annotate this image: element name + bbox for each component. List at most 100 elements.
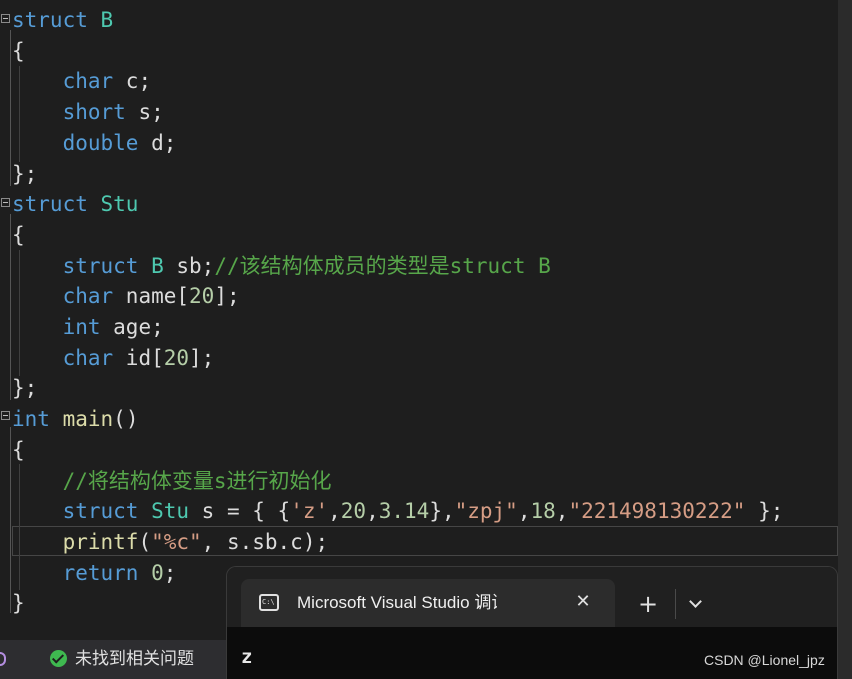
code-token: return	[62, 560, 139, 585]
code-line[interactable]: printf("%c", s.sb.c);	[12, 527, 329, 557]
code-token: struct	[12, 8, 88, 32]
titlebar-divider	[675, 589, 676, 619]
code-token: },	[429, 499, 455, 524]
code-line[interactable]: {	[12, 220, 25, 250]
code-line[interactable]: int age;	[12, 312, 164, 342]
code-token: main	[62, 407, 114, 432]
chevron-down-icon[interactable]	[685, 593, 707, 615]
code-line[interactable]: char name[20];	[12, 281, 240, 311]
code-token: struct	[12, 192, 88, 217]
code-token: B	[151, 253, 164, 278]
code-token: ];	[214, 284, 240, 309]
code-line[interactable]: struct B	[12, 5, 113, 35]
close-tab-icon[interactable]: ✕	[572, 591, 594, 613]
code-token: };	[12, 161, 38, 186]
check-circle-icon[interactable]	[50, 650, 67, 667]
lightbulb-icon[interactable]	[0, 652, 6, 666]
code-token: s = { {	[189, 499, 291, 524]
code-token: char	[62, 284, 114, 309]
code-token: 20	[189, 284, 215, 309]
code-token: printf	[62, 529, 139, 554]
code-token: Stu	[151, 499, 190, 524]
code-token: ,	[366, 499, 379, 524]
code-token: "zpj"	[454, 499, 518, 524]
code-line[interactable]: struct B sb;//该结构体成员的类型是struct B	[12, 251, 551, 281]
code-token: 20	[340, 499, 367, 524]
code-line[interactable]: }	[12, 588, 25, 618]
code-token: char	[62, 69, 114, 94]
code-token: id[	[113, 345, 164, 370]
code-line[interactable]: short s;	[12, 97, 164, 127]
code-token: };	[745, 499, 784, 524]
code-line[interactable]: char id[20];	[12, 343, 215, 373]
code-token: "221498130222"	[568, 499, 746, 524]
code-token: int	[12, 407, 50, 432]
code-token: name[	[113, 284, 190, 309]
fold-toggle-main[interactable]	[1, 411, 10, 420]
code-token: B	[100, 8, 114, 32]
issues-status-label[interactable]: 未找到相关问题	[75, 648, 194, 670]
code-token: age;	[100, 315, 164, 339]
code-token: double	[62, 130, 139, 155]
code-token: ,	[517, 499, 531, 524]
code-token: ;	[163, 560, 177, 585]
code-token: {	[12, 38, 25, 63]
code-token: ,	[555, 499, 569, 524]
code-line[interactable]: {	[12, 36, 25, 66]
fold-toggle-struct-b[interactable]	[1, 14, 10, 23]
code-line[interactable]: return 0;	[12, 558, 177, 588]
editor-scrollbar[interactable]	[838, 0, 852, 679]
terminal-output: z	[241, 646, 253, 668]
code-token: //该结构体成员的类型是struct B	[214, 253, 551, 278]
watermark: CSDN @Lionel_jpz	[704, 652, 825, 668]
terminal-tab[interactable]: Microsoft Visual Studio 调试控制台 ✕	[241, 579, 615, 627]
new-tab-button[interactable]: +	[635, 591, 661, 617]
code-line[interactable]: {	[12, 435, 25, 465]
fold-guide-struct-b	[10, 30, 11, 186]
code-line[interactable]: char c;	[12, 66, 152, 96]
code-token: c;	[113, 69, 152, 94]
status-bar: 未找到相关问题	[0, 640, 230, 679]
terminal-tab-title: Microsoft Visual Studio 调试控制台	[297, 593, 497, 612]
code-token: {	[12, 437, 25, 462]
console-icon	[259, 594, 279, 611]
terminal-titlebar: Microsoft Visual Studio 调试控制台 ✕ +	[227, 567, 837, 627]
code-line[interactable]: //将结构体变量s进行初始化	[12, 466, 332, 496]
code-token: ()	[113, 407, 139, 432]
code-token: sb;	[163, 253, 215, 278]
code-token: ,	[328, 499, 341, 524]
code-token: int	[62, 315, 101, 339]
code-line[interactable]: int main()	[12, 404, 138, 434]
code-token: //将结构体变量s进行初始化	[62, 468, 332, 493]
code-token: 18	[530, 499, 556, 524]
code-line[interactable]: };	[12, 373, 37, 403]
code-line[interactable]: };	[12, 159, 37, 189]
code-line[interactable]: struct Stu	[12, 189, 138, 219]
code-token: ];	[189, 345, 215, 370]
code-token: Stu	[100, 192, 139, 217]
fold-guide-struct-stu	[10, 214, 11, 400]
code-token: 20	[163, 345, 190, 370]
code-token: 'z'	[290, 499, 329, 524]
fold-toggle-struct-stu[interactable]	[1, 198, 10, 207]
code-token: struct	[62, 253, 139, 278]
code-token: 0	[151, 560, 164, 585]
code-line[interactable]: struct Stu s = { {'z',20,3.14},"zpj",18,…	[12, 496, 784, 526]
code-token: struct	[62, 499, 139, 524]
code-editor[interactable]: struct B{ char c; short s; double d;}; st…	[0, 0, 838, 640]
code-token: };	[12, 376, 38, 401]
code-line[interactable]: double d;	[12, 128, 177, 158]
code-token: "%c"	[151, 529, 202, 554]
code-token: (	[138, 529, 152, 554]
code-token: s;	[125, 100, 164, 125]
